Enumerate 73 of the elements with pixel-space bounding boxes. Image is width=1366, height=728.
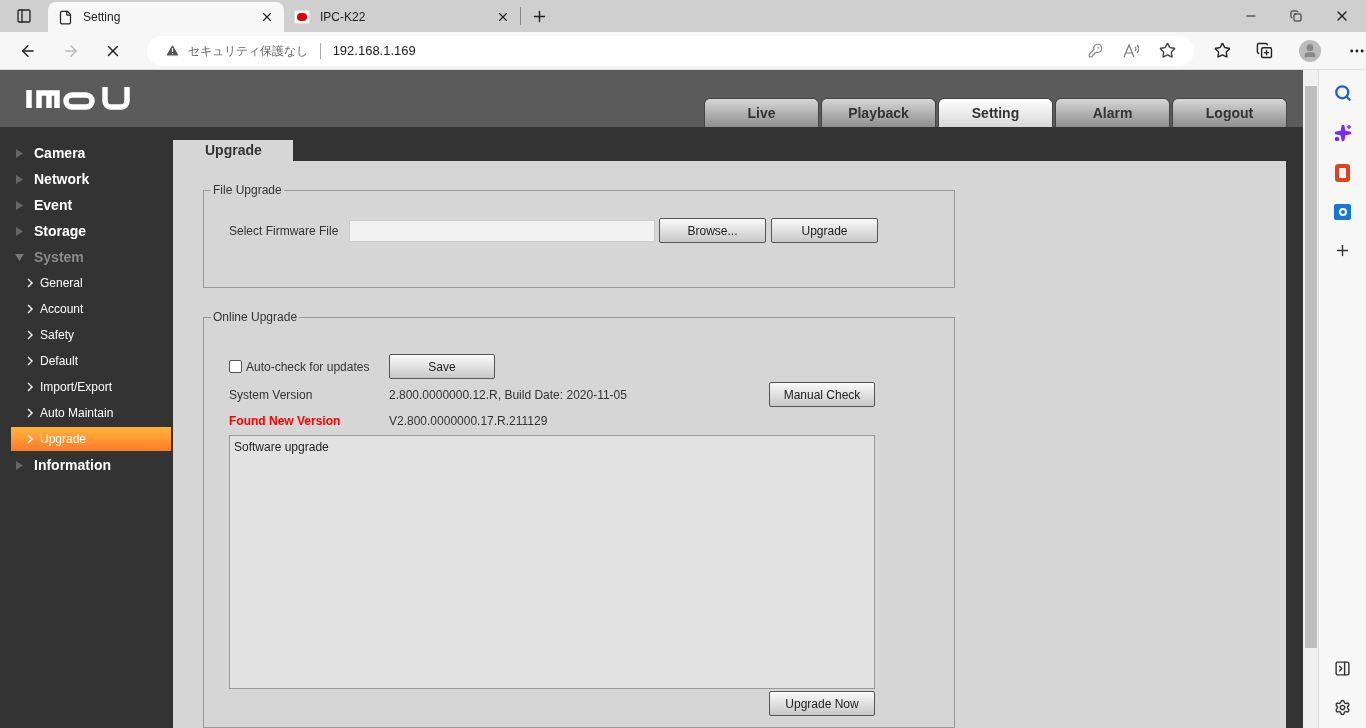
warning-icon xyxy=(164,43,180,58)
manual-check-button[interactable]: Manual Check xyxy=(769,382,875,407)
nav-tab[interactable]: Live xyxy=(704,98,819,127)
profile-avatar[interactable] xyxy=(1299,39,1322,62)
sidebar-subitem[interactable]: General xyxy=(11,271,171,295)
new-version: V2.800.0000000.17.R.211129 xyxy=(389,413,548,430)
chevron-right-icon xyxy=(27,434,33,444)
sidebar-subitem[interactable]: Import/Export xyxy=(11,375,171,399)
sidebar-item[interactable]: Information xyxy=(11,452,173,478)
chevron-right-icon xyxy=(27,382,33,392)
browser-tab[interactable]: Setting xyxy=(48,2,284,32)
upgrade-button[interactable]: Upgrade xyxy=(771,218,878,243)
favorites-icon[interactable] xyxy=(1213,42,1231,59)
triangle-right-icon xyxy=(15,174,24,184)
collections-icon[interactable] xyxy=(1256,42,1274,59)
add-favorite-icon[interactable] xyxy=(1158,42,1176,59)
file-path-field[interactable] xyxy=(349,219,655,242)
auto-check-checkbox[interactable] xyxy=(229,360,242,373)
chevron-right-icon xyxy=(27,356,33,366)
new-tab-icon[interactable] xyxy=(531,8,548,25)
browse-button[interactable]: Browse... xyxy=(659,218,766,243)
nav-tab[interactable]: Alarm xyxy=(1055,98,1170,127)
sidebar-item[interactable]: Network xyxy=(11,166,173,192)
system-version: 2.800.0000000.12.R, Build Date: 2020-11-05 xyxy=(389,386,628,404)
security-label: セキュリティ保護なし xyxy=(187,42,308,60)
triangle-right-icon xyxy=(15,460,24,470)
save-button[interactable]: Save xyxy=(389,354,495,379)
release-notes-box: Software upgrade xyxy=(229,435,875,689)
chevron-right-icon xyxy=(27,304,33,314)
triangle-down-icon xyxy=(15,252,24,262)
close-icon[interactable] xyxy=(260,10,274,24)
sidebar-item[interactable]: Event xyxy=(11,192,173,218)
upgrade-now-button[interactable]: Upgrade Now xyxy=(769,691,875,716)
sidebar-item[interactable]: System xyxy=(11,244,173,270)
triangle-right-icon xyxy=(15,148,24,158)
sidebar-item[interactable]: Storage xyxy=(11,218,173,244)
office-icon[interactable] xyxy=(1335,164,1350,182)
nav-tab[interactable]: Logout xyxy=(1172,98,1287,127)
add-icon[interactable] xyxy=(1334,242,1351,259)
key-icon[interactable] xyxy=(1087,43,1103,58)
page-icon xyxy=(58,9,73,25)
scrollbar[interactable] xyxy=(1303,70,1318,728)
restore-icon[interactable] xyxy=(1290,10,1302,22)
sidebar-subitem[interactable]: Auto Maintain xyxy=(11,401,171,425)
address-text: 192.168.1.169 xyxy=(332,41,416,60)
page-tab[interactable]: Upgrade xyxy=(173,140,293,161)
site-logo-icon xyxy=(294,10,310,24)
mail-icon[interactable] xyxy=(1334,204,1351,220)
address-field[interactable]: セキュリティ保護なし 192.168.1.169 xyxy=(146,35,1194,66)
search-icon[interactable] xyxy=(1333,84,1352,102)
tab-title: Setting xyxy=(83,9,122,26)
triangle-right-icon xyxy=(15,200,24,210)
sidebar-toggle-icon[interactable] xyxy=(1334,660,1351,677)
nav-tab[interactable]: Setting xyxy=(938,98,1053,127)
tab-title: IPC-K22 xyxy=(320,9,367,26)
settings-icon[interactable] xyxy=(1334,699,1351,716)
chevron-right-icon xyxy=(27,408,33,418)
triangle-right-icon xyxy=(15,226,24,236)
sparkle-icon[interactable] xyxy=(1333,124,1352,142)
sidebar-subitem[interactable]: Default xyxy=(11,349,171,373)
checkbox-label: Auto-check for updates xyxy=(246,358,370,376)
read-aloud-icon[interactable] xyxy=(1122,42,1139,59)
chevron-right-icon xyxy=(27,330,33,340)
tab-actions-icon[interactable] xyxy=(16,8,32,24)
sidebar-subitem[interactable]: Account xyxy=(11,297,171,321)
new-version-label: Found New Version xyxy=(229,413,342,430)
sidebar-item[interactable]: Camera xyxy=(11,140,173,166)
sidebar-subitem[interactable]: Safety xyxy=(11,323,171,347)
field-label: Select Firmware File xyxy=(229,222,340,240)
field-label: System Version xyxy=(229,386,314,404)
chevron-right-icon xyxy=(27,278,33,288)
nav-tab[interactable]: Playback xyxy=(821,98,936,127)
close-icon[interactable] xyxy=(496,10,510,24)
